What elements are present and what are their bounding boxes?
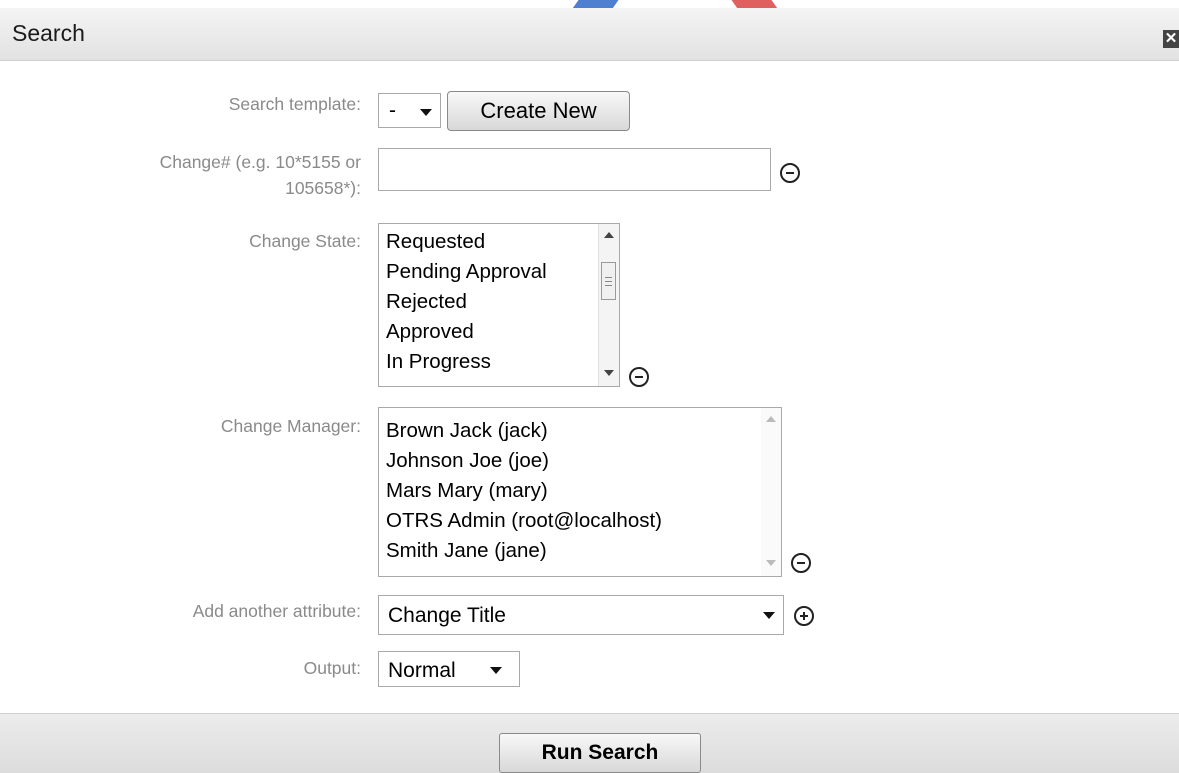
change-manager-label: Change Manager: [220,416,361,436]
chevron-down-icon [420,109,432,116]
change-number-label: Change# (e.g. 10*5155 or 105658*): [160,151,361,200]
create-new-button[interactable]: Create New [447,91,630,131]
change-state-scrollbar[interactable] [598,224,619,386]
scroll-down-icon[interactable] [604,370,614,376]
search-template-value: - [389,99,396,122]
list-item[interactable]: Approved [386,317,474,347]
top-strip [0,0,1179,10]
scroll-up-icon[interactable] [604,232,614,238]
minus-circle-icon[interactable] [780,163,800,183]
list-item[interactable]: OTRS Admin (root@localhost) [386,506,662,536]
search-template-label: Search template: [228,94,361,114]
add-attribute-label: Add another attribute: [192,601,361,621]
add-attribute-select[interactable]: Change Title [378,595,784,635]
dialog-footer: Run Search [0,713,1179,773]
plus-circle-icon[interactable] [794,606,814,626]
list-item[interactable]: Rejected [386,287,467,317]
scroll-thumb[interactable] [601,262,616,300]
change-number-input[interactable] [378,148,771,191]
change-state-label: Change State: [249,231,361,251]
change-manager-scrollbar[interactable] [761,408,781,576]
list-item[interactable]: Brown Jack (jack) [386,416,548,446]
dialog-header: Search ✕ [0,8,1179,61]
dialog-title: Search [12,20,85,46]
list-item[interactable]: In Progress [386,347,491,377]
list-item[interactable]: Mars Mary (mary) [386,476,548,506]
add-attribute-value: Change Title [388,604,506,627]
change-state-listbox[interactable]: Requested Pending Approval Rejected Appr… [378,223,620,387]
change-number-label-line2: 105658*): [285,178,361,198]
chevron-down-icon [490,667,502,674]
list-item[interactable]: Smith Jane (jane) [386,536,547,566]
scroll-up-icon[interactable] [766,416,776,422]
output-select[interactable]: Normal [378,651,520,687]
run-search-button[interactable]: Run Search [499,733,701,773]
chevron-down-icon [763,612,775,619]
change-number-label-line1: Change# (e.g. 10*5155 or [159,152,361,172]
scroll-down-icon[interactable] [766,560,776,566]
list-item[interactable]: Johnson Joe (joe) [386,446,549,476]
search-template-select[interactable]: - [378,93,441,128]
output-value: Normal [388,659,456,682]
output-label: Output: [303,658,361,678]
list-item[interactable]: Requested [386,227,485,257]
list-item[interactable]: Pending Approval [386,257,547,287]
close-icon[interactable]: ✕ [1163,30,1179,48]
change-manager-listbox[interactable]: Brown Jack (jack) Johnson Joe (joe) Mars… [378,407,782,577]
minus-circle-icon[interactable] [791,553,811,573]
minus-circle-icon[interactable] [629,367,649,387]
